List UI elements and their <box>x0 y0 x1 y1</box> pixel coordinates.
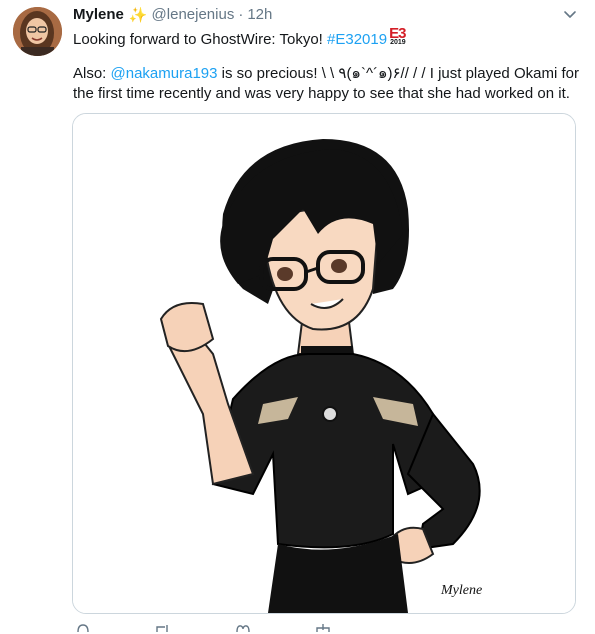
tweet-text-line1: Looking forward to GhostWire: Tokyo! #E3… <box>73 26 407 49</box>
author-name[interactable]: Mylene <box>73 6 124 24</box>
tweet-actions <box>73 624 373 634</box>
retweet-icon[interactable] <box>155 624 171 632</box>
reply-icon[interactable] <box>75 624 91 632</box>
author-handle[interactable]: @lenejenius <box>152 6 235 24</box>
e3-hashflag-icon: E3 2019 <box>389 25 406 46</box>
text-prefix: Also: <box>73 65 111 82</box>
avatar[interactable] <box>13 7 62 56</box>
tweet[interactable]: Mylene ✨ @lenejenius · 12h Looking forwa… <box>0 0 595 632</box>
tweet-header: Mylene ✨ @lenejenius · 12h <box>73 6 272 24</box>
hashtag-link[interactable]: #E32019 <box>327 31 387 48</box>
tweet-text: Looking forward to GhostWire: Tokyo! <box>73 31 328 48</box>
tweet-image[interactable]: Mylene <box>72 113 576 614</box>
chevron-down-icon[interactable] <box>563 7 577 21</box>
sparkle-emoji: ✨ <box>128 6 148 24</box>
artwork-illustration: Mylene <box>73 114 575 613</box>
mention-link[interactable]: @nakamura193 <box>111 65 218 82</box>
share-icon[interactable] <box>315 624 331 632</box>
like-icon[interactable] <box>235 624 251 632</box>
timestamp[interactable]: 12h <box>247 6 272 24</box>
artist-signature: Mylene <box>440 583 482 598</box>
separator-dot: · <box>238 6 244 23</box>
tweet-text-paragraph: Also: @nakamura193 is so precious! \ \ ٩… <box>73 64 585 104</box>
